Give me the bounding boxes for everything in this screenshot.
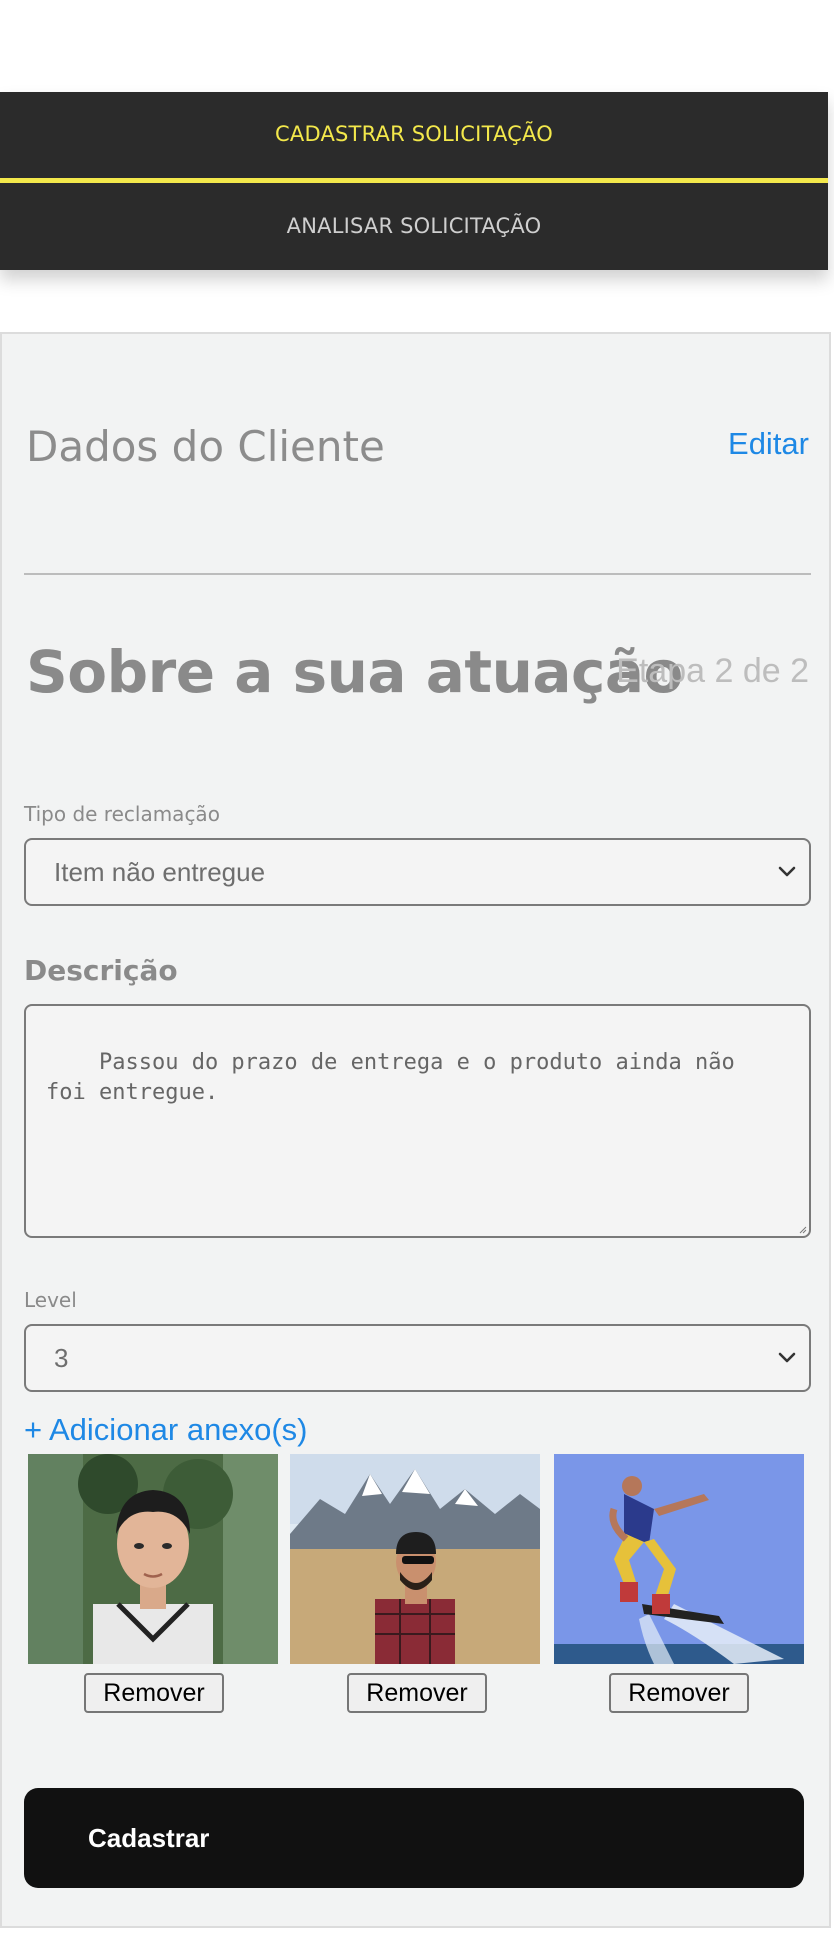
- description-textarea[interactable]: Passou do prazo de entrega e o produto a…: [24, 1004, 811, 1238]
- remove-attachment-3-button[interactable]: Remover: [609, 1673, 749, 1713]
- portrait-photo-icon: [28, 1454, 278, 1664]
- description-label: Descrição: [24, 954, 178, 987]
- level-label: Level: [24, 1288, 77, 1312]
- attachment-thumbnail-2: [290, 1454, 540, 1664]
- flyboard-photo-icon: [554, 1454, 804, 1664]
- form-panel: Dados do Cliente Editar Sobre a sua atua…: [0, 332, 831, 1928]
- active-tab-indicator: [0, 178, 828, 183]
- navigation-bar: CADASTRAR SOLICITAÇÃO ANALISAR SOLICITAÇ…: [0, 92, 828, 270]
- section-divider: [24, 573, 811, 575]
- road-mountain-photo-icon: [290, 1454, 540, 1664]
- submit-button[interactable]: Cadastrar: [24, 1788, 804, 1888]
- description-text: Passou do prazo de entrega e o produto a…: [46, 1050, 735, 1105]
- complaint-type-label: Tipo de reclamação: [24, 802, 220, 826]
- remove-attachment-1-button[interactable]: Remover: [84, 1673, 224, 1713]
- tab-analisar-solicitacao[interactable]: ANALISAR SOLICITAÇÃO: [0, 214, 828, 238]
- remove-attachment-2-button[interactable]: Remover: [347, 1673, 487, 1713]
- chevron-down-icon: [778, 866, 796, 877]
- attachment-thumbnail-3: [554, 1454, 804, 1664]
- level-select[interactable]: 3: [24, 1324, 811, 1392]
- step-counter: Etapa 2 de 2: [616, 652, 809, 690]
- complaint-type-value: Item não entregue: [54, 856, 266, 887]
- resize-grip-icon[interactable]: [797, 1224, 807, 1234]
- client-section-title: Dados do Cliente: [26, 422, 385, 471]
- step-title: Sobre a sua atuação: [26, 638, 683, 706]
- attachment-thumbnail-1: [28, 1454, 278, 1664]
- complaint-type-select[interactable]: Item não entregue: [24, 838, 811, 906]
- level-value: 3: [54, 1342, 69, 1373]
- tab-cadastrar-solicitacao[interactable]: CADASTRAR SOLICITAÇÃO: [0, 122, 828, 146]
- edit-client-link[interactable]: Editar: [728, 426, 809, 462]
- chevron-down-icon: [778, 1352, 796, 1363]
- add-attachment-link[interactable]: + Adicionar anexo(s): [24, 1412, 307, 1448]
